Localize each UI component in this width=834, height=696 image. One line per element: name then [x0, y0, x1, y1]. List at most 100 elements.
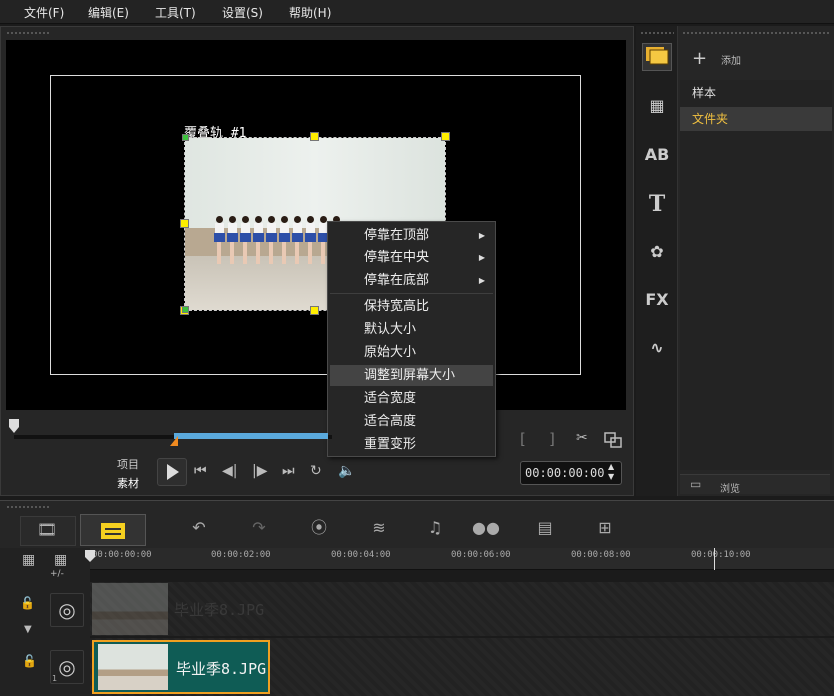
track-lock-icon[interactable]: 🔓: [20, 596, 35, 610]
enlarge-preview-icon[interactable]: [604, 432, 622, 448]
auto-music-icon[interactable]: ♫: [422, 516, 448, 540]
repeat-icon[interactable]: ↻: [310, 463, 322, 479]
menu-file[interactable]: 文件(F): [24, 4, 64, 21]
video-clip-ghost[interactable]: 毕业季8.JPG: [92, 583, 268, 635]
track-manager-icon[interactable]: ▦: [54, 552, 67, 568]
trim-marker-icon[interactable]: [170, 436, 178, 446]
menu-original-size[interactable]: 原始大小: [330, 342, 493, 363]
media-icon[interactable]: [642, 43, 672, 71]
playhead-marker-icon[interactable]: [84, 549, 96, 563]
scrubber-handle-icon[interactable]: [8, 418, 20, 434]
panel-grip[interactable]: [6, 31, 50, 35]
text-t-icon[interactable]: T: [642, 190, 672, 218]
filter-icon[interactable]: ✿: [642, 238, 672, 266]
panel-grip[interactable]: [640, 31, 674, 35]
distort-handle-top-left[interactable]: [182, 134, 189, 141]
browse-label[interactable]: 浏览: [720, 480, 740, 495]
submenu-arrow-icon: ▶: [478, 231, 485, 240]
add-folder-label[interactable]: 添加: [721, 52, 741, 67]
sound-mixer-icon[interactable]: ≋: [366, 516, 392, 540]
selection-range[interactable]: [174, 433, 328, 439]
menu-fit-screen[interactable]: 调整到屏幕大小: [330, 365, 493, 386]
record-capture-icon[interactable]: ⦿: [306, 516, 332, 540]
browse-icon[interactable]: ▭: [690, 477, 701, 491]
overlay-clip[interactable]: 毕业季8.JPG: [92, 640, 270, 694]
video-clip-name: 毕业季8.JPG: [174, 601, 265, 619]
collapse-track-icon[interactable]: ▼: [24, 624, 32, 635]
menu-settings[interactable]: 设置(S): [222, 4, 263, 21]
timeline-playhead[interactable]: [714, 548, 715, 570]
video-track-icon[interactable]: ◎: [50, 593, 84, 627]
mode-clip[interactable]: 素材: [117, 475, 147, 491]
subtitle-editor-icon[interactable]: ▤: [532, 516, 558, 540]
library-category-strip: ▦ AB T ✿ FX ∿: [636, 26, 678, 496]
transition-icon[interactable]: ▦: [642, 92, 672, 120]
play-icon: [167, 464, 179, 480]
timecode-spinner-icon[interactable]: ▲ ▼: [608, 462, 614, 482]
video-track-lane[interactable]: 毕业季8.JPG: [90, 582, 834, 636]
redo-icon[interactable]: ↷: [246, 516, 272, 540]
menu-help[interactable]: 帮助(H): [289, 4, 331, 21]
scissors-icon[interactable]: ✂: [576, 430, 588, 446]
menu-bar: 文件(F) 编辑(E) 工具(T) 设置(S) 帮助(H): [0, 0, 834, 24]
undo-icon[interactable]: ↶: [186, 516, 212, 540]
multi-camera-icon[interactable]: ⊞: [592, 516, 618, 540]
menu-fit-width[interactable]: 适合宽度: [330, 388, 493, 409]
ruler-label: 00:00:04:00: [331, 550, 391, 560]
resize-handle-top[interactable]: [310, 132, 319, 141]
filmstrip-icon: 🎞: [37, 520, 58, 539]
overlay-track-lane[interactable]: 毕业季8.JPG: [90, 638, 834, 696]
ruler-label: 00:00:02:00: [211, 550, 271, 560]
panel-grip[interactable]: [6, 505, 50, 509]
panel-grip[interactable]: [682, 31, 830, 35]
overlay-lock-icon[interactable]: 🔓: [22, 654, 37, 668]
ruler-label: 00:00:00:00: [92, 550, 152, 560]
menu-keep-aspect[interactable]: 保持宽高比: [330, 296, 493, 317]
menu-tools[interactable]: 工具(T): [155, 4, 196, 21]
resize-handle-top-right[interactable]: [441, 132, 450, 141]
go-start-icon[interactable]: ⏮: [194, 463, 207, 479]
trim-in-icon[interactable]: [: [520, 430, 526, 448]
ruler-label: 00:00:08:00: [571, 550, 631, 560]
storyboard-view-button[interactable]: 🎞: [20, 516, 76, 546]
add-icon[interactable]: +: [692, 48, 707, 69]
distort-handle-bottom-left[interactable]: [182, 306, 189, 313]
clip-thumbnail: [92, 583, 168, 635]
menu-dock-top[interactable]: 停靠在顶部 ▶: [330, 225, 493, 246]
ruler-label: 00:00:06:00: [451, 550, 511, 560]
go-end-icon[interactable]: ⏭: [282, 463, 295, 479]
mode-project[interactable]: 项目: [117, 456, 147, 472]
menu-dock-center[interactable]: 停靠在中央 ▶: [330, 247, 493, 268]
menu-dock-bottom[interactable]: 停靠在底部 ▶: [330, 270, 493, 291]
library-folder-list: 样本 文件夹: [680, 80, 832, 470]
title-ab-icon[interactable]: AB: [642, 141, 672, 169]
resize-handle-bottom[interactable]: [310, 306, 319, 315]
timeline-ruler[interactable]: 00:00:00:00 00:00:02:00 00:00:04:00 00:0…: [90, 548, 834, 570]
library-item-samples[interactable]: 样本: [680, 81, 832, 105]
timecode-display[interactable]: 00:00:00:00: [520, 461, 622, 485]
menu-default-size[interactable]: 默认大小: [330, 319, 493, 340]
next-frame-icon[interactable]: |▶: [252, 463, 267, 479]
show-all-tracks-icon[interactable]: ▦: [22, 552, 35, 568]
path-icon[interactable]: ∿: [642, 334, 672, 362]
play-button[interactable]: [157, 458, 187, 486]
motion-tracking-icon[interactable]: ●●: [472, 516, 500, 540]
menu-fit-height[interactable]: 适合高度: [330, 411, 493, 432]
clip-thumbnail: [98, 644, 168, 690]
library-item-folder[interactable]: 文件夹: [680, 107, 832, 131]
timeline-icon: [101, 523, 125, 539]
zoom-control[interactable]: +/-: [50, 569, 64, 579]
trim-out-icon[interactable]: ]: [549, 430, 555, 448]
fx-icon[interactable]: FX: [642, 286, 672, 314]
menu-reset-transform[interactable]: 重置变形: [330, 434, 493, 455]
resize-handle-left[interactable]: [180, 219, 189, 228]
prev-frame-icon[interactable]: ◀|: [222, 463, 237, 479]
browse-bar: ▭ 浏览: [680, 474, 830, 495]
menu-separator: [330, 293, 493, 294]
track-header-panel: ▦ ▦ +/- 🔓 ◎ ▼ 🔓 ◎ 1: [0, 548, 90, 696]
menu-edit[interactable]: 编辑(E): [88, 4, 129, 21]
timeline-view-button[interactable]: [80, 514, 146, 546]
overlay-clip-name: 毕业季8.JPG: [176, 660, 267, 678]
submenu-arrow-icon: ▶: [478, 253, 485, 262]
volume-icon[interactable]: 🔈: [338, 463, 355, 479]
